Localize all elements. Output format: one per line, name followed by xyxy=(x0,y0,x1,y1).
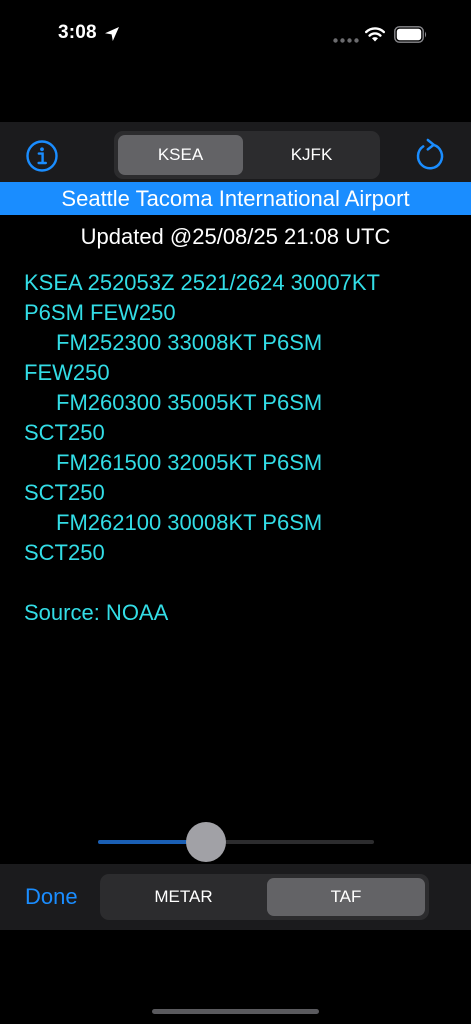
segment-ksea[interactable]: KSEA xyxy=(118,135,243,175)
status-time: 3:08 xyxy=(58,22,97,43)
bottom-toolbar: Done METAR TAF xyxy=(0,864,471,930)
wifi-icon xyxy=(365,27,385,42)
home-indicator xyxy=(152,1009,319,1014)
report-blank-line xyxy=(24,568,454,598)
report-line: FM260300 35005KT P6SM xyxy=(56,390,323,415)
done-button[interactable]: Done xyxy=(25,884,78,910)
location-arrow-icon xyxy=(105,27,119,41)
segment-metar[interactable]: METAR xyxy=(104,878,263,916)
cellular-signal-icon xyxy=(333,38,359,43)
report-line: P6SM FEW250 xyxy=(24,300,176,325)
report-line: SCT250 xyxy=(24,480,105,505)
report-line: FM262100 30008KT P6SM xyxy=(56,510,323,535)
top-toolbar: KSEA KJFK xyxy=(0,122,471,182)
segment-taf[interactable]: TAF xyxy=(267,878,425,916)
taf-report: KSEA 252053Z 2521/2624 30007KT P6SM FEW25… xyxy=(24,268,454,628)
report-line: KSEA 252053Z 2521/2624 30007KT xyxy=(24,270,380,295)
refresh-icon[interactable] xyxy=(412,137,446,173)
report-line: FEW250 xyxy=(24,360,110,385)
report-line: FM252300 33008KT P6SM xyxy=(56,330,323,355)
battery-icon xyxy=(394,26,427,43)
font-size-slider[interactable] xyxy=(98,822,374,862)
segment-kjfk[interactable]: KJFK xyxy=(247,135,376,175)
status-bar: 3:08 xyxy=(0,0,471,70)
airport-name-banner: Seattle Tacoma International Airport xyxy=(0,182,471,215)
info-icon[interactable] xyxy=(25,139,59,173)
report-line: Source: NOAA xyxy=(24,600,169,625)
report-type-segmented-control: METAR TAF xyxy=(100,874,429,920)
slider-thumb[interactable] xyxy=(185,822,226,862)
airport-segmented-control: KSEA KJFK xyxy=(114,131,380,179)
updated-timestamp: Updated @25/08/25 21:08 UTC xyxy=(80,224,391,249)
report-line: SCT250 xyxy=(24,540,105,565)
report-line: SCT250 xyxy=(24,420,105,445)
report-line: FM261500 32005KT P6SM xyxy=(56,450,323,475)
